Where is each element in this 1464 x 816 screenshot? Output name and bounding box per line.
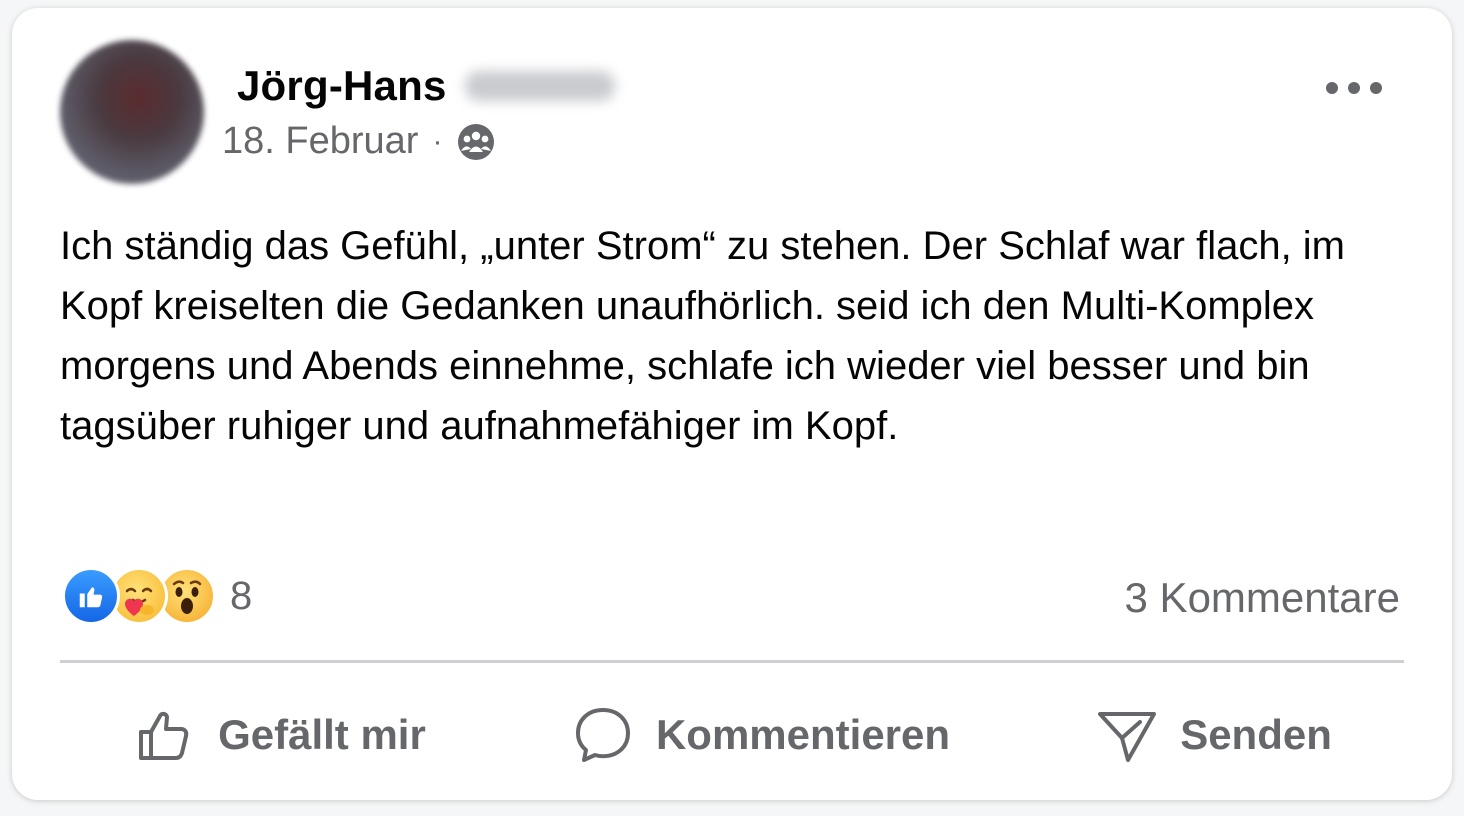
reaction-count[interactable]: 8 (230, 574, 252, 619)
group-icon[interactable] (456, 122, 496, 162)
action-bar: Gefällt mir Kommentieren Senden (60, 680, 1404, 790)
more-options-icon[interactable] (1326, 72, 1382, 104)
comment-button[interactable]: Kommentieren (570, 702, 950, 768)
blurred-last-name (464, 71, 615, 101)
share-button[interactable]: Senden (1094, 702, 1332, 768)
like-button-label: Gefällt mir (218, 711, 426, 758)
avatar[interactable] (60, 40, 204, 184)
post-text: Ich ständig das Gefühl, „unter Strom“ zu… (60, 224, 1345, 448)
meta-separator: · (432, 124, 443, 158)
divider (60, 660, 1404, 663)
post-card: Jörg-Hans 18. Februar · Ich ständig das … (12, 8, 1452, 800)
thumbs-up-icon (139, 711, 189, 760)
share-button-label: Senden (1180, 711, 1332, 758)
comment-bubble-icon (575, 708, 630, 762)
like-reaction-icon (62, 567, 120, 625)
reaction-summary[interactable]: 8 (62, 566, 252, 626)
comment-button-label: Kommentieren (655, 711, 951, 758)
send-icon (1098, 712, 1157, 762)
author-name[interactable]: Jörg-Hans (237, 62, 447, 110)
comments-count[interactable]: 3 Kommentare (1125, 574, 1400, 622)
post-author[interactable]: Jörg-Hans (237, 62, 615, 110)
like-button[interactable]: Gefällt mir (132, 702, 426, 768)
post-date[interactable]: 18. Februar (222, 120, 418, 163)
post-meta: 18. Februar · (222, 120, 496, 163)
